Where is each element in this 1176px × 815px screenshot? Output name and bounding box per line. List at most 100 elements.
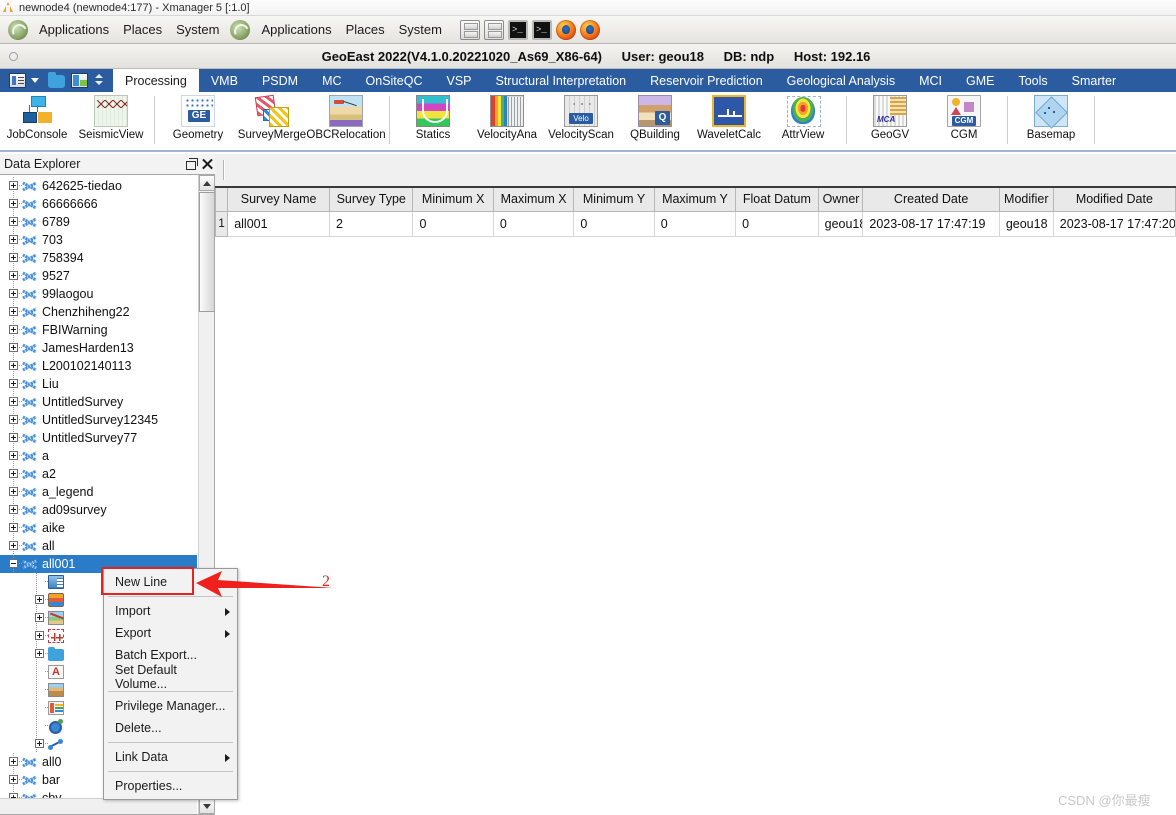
tab-tools[interactable]: Tools bbox=[1006, 69, 1059, 92]
expand-icon[interactable] bbox=[9, 343, 18, 352]
tree-horizontal-scrollbar[interactable] bbox=[0, 798, 197, 814]
tool-velocityana[interactable]: VelocityAna bbox=[470, 94, 544, 141]
tab-smarter[interactable]: Smarter bbox=[1060, 69, 1128, 92]
menu-item-import[interactable]: Import bbox=[104, 600, 237, 622]
col-maximum-y[interactable]: Maximum Y bbox=[653, 188, 737, 212]
tool-basemap[interactable]: Basemap bbox=[1014, 94, 1088, 141]
list-view-icon[interactable] bbox=[9, 73, 26, 88]
tool-obcrelocation[interactable]: OBCRelocation bbox=[306, 94, 386, 141]
tab-vsp[interactable]: VSP bbox=[434, 69, 483, 92]
tab-mc[interactable]: MC bbox=[310, 69, 353, 92]
tool-geometry[interactable]: Geometry bbox=[161, 94, 235, 141]
tool-velocityscan[interactable]: VelocityScan bbox=[544, 94, 618, 141]
gnome-foot-icon-2[interactable] bbox=[230, 19, 251, 40]
tree-item-untitledsurvey[interactable]: UntitledSurvey bbox=[0, 393, 197, 411]
menu-applications-1[interactable]: Applications bbox=[32, 19, 116, 40]
tree-item-ad09survey[interactable]: ad09survey bbox=[0, 501, 197, 519]
collapse-icon[interactable] bbox=[9, 559, 18, 568]
tab-processing[interactable]: Processing bbox=[113, 69, 199, 92]
expand-icon[interactable] bbox=[35, 649, 44, 658]
tab-vmb[interactable]: VMB bbox=[199, 69, 250, 92]
tree-item-all[interactable]: all bbox=[0, 537, 197, 555]
expand-icon[interactable] bbox=[9, 487, 18, 496]
tree-item-fbiwarning[interactable]: FBIWarning bbox=[0, 321, 197, 339]
expand-icon[interactable] bbox=[9, 307, 18, 316]
toolstrip-grip[interactable] bbox=[223, 160, 225, 180]
tool-cgm[interactable]: CGM CGM bbox=[927, 94, 1001, 141]
tool-attrview[interactable]: AttrView bbox=[766, 94, 840, 141]
float-window-icon[interactable] bbox=[183, 156, 199, 172]
window-layout-icon[interactable] bbox=[71, 73, 88, 88]
tool-statics[interactable]: Statics bbox=[396, 94, 470, 141]
expand-icon[interactable] bbox=[9, 505, 18, 514]
tree-item-642625-tiedao[interactable]: 642625-tiedao bbox=[0, 177, 197, 195]
tab-mci[interactable]: MCI bbox=[907, 69, 954, 92]
scroll-up-arrow-icon[interactable] bbox=[199, 175, 214, 191]
expand-icon[interactable] bbox=[9, 199, 18, 208]
menu-places-1[interactable]: Places bbox=[116, 19, 169, 40]
menu-item-set-default-volume[interactable]: Set Default Volume... bbox=[104, 663, 237, 691]
tree-item-a2[interactable]: a2 bbox=[0, 465, 197, 483]
tree-item-chenzhiheng22[interactable]: Chenzhiheng22 bbox=[0, 303, 197, 321]
tool-seismicview[interactable]: SeismicView bbox=[74, 94, 148, 141]
expand-icon[interactable] bbox=[9, 181, 18, 190]
col-maximum-x[interactable]: Maximum X bbox=[492, 188, 575, 212]
table-row[interactable]: 1 all001 2 0 0 0 0 0 geou18 2023-08-17 1… bbox=[214, 210, 1176, 237]
expand-icon[interactable] bbox=[9, 541, 18, 550]
tree-item-9527[interactable]: 9527 bbox=[0, 267, 197, 285]
expand-icon[interactable] bbox=[35, 595, 44, 604]
file-cabinet-icon-2[interactable] bbox=[483, 19, 504, 40]
col-created-date[interactable]: Created Date bbox=[862, 188, 1000, 212]
tree-item-6789[interactable]: 6789 bbox=[0, 213, 197, 231]
expand-icon[interactable] bbox=[35, 739, 44, 748]
menu-item-new-line[interactable]: New Line bbox=[104, 571, 237, 593]
tab-structural-interpretation[interactable]: Structural Interpretation bbox=[484, 69, 639, 92]
col-survey-name[interactable]: Survey Name bbox=[227, 188, 330, 212]
chevron-down-icon[interactable] bbox=[31, 78, 39, 83]
tree-item-99laogou[interactable]: 99laogou bbox=[0, 285, 197, 303]
expand-icon[interactable] bbox=[35, 631, 44, 640]
tree-item-untitledsurvey12345[interactable]: UntitledSurvey12345 bbox=[0, 411, 197, 429]
tree-item-a[interactable]: a bbox=[0, 447, 197, 465]
tool-qbuilding[interactable]: QBuilding bbox=[618, 94, 692, 141]
tool-surveymerge[interactable]: SurveyMerge bbox=[235, 94, 309, 141]
expand-icon[interactable] bbox=[9, 757, 18, 766]
firefox-icon[interactable] bbox=[555, 19, 576, 40]
tab-geological-analysis[interactable]: Geological Analysis bbox=[775, 69, 907, 92]
expand-icon[interactable] bbox=[35, 613, 44, 622]
menu-applications-2[interactable]: Applications bbox=[254, 19, 338, 40]
expand-icon[interactable] bbox=[9, 379, 18, 388]
file-cabinet-icon[interactable] bbox=[459, 19, 480, 40]
menu-system-1[interactable]: System bbox=[169, 19, 226, 40]
tree-item-758394[interactable]: 758394 bbox=[0, 249, 197, 267]
expand-icon[interactable] bbox=[9, 361, 18, 370]
tab-onsiteqc[interactable]: OnSiteQC bbox=[354, 69, 435, 92]
tree-item-jamesharden13[interactable]: JamesHarden13 bbox=[0, 339, 197, 357]
tool-waveletcalc[interactable]: WaveletCalc bbox=[692, 94, 766, 141]
expand-icon[interactable] bbox=[9, 289, 18, 298]
expand-icon[interactable] bbox=[9, 433, 18, 442]
col-modifier[interactable]: Modifier bbox=[998, 188, 1054, 212]
expand-icon[interactable] bbox=[9, 469, 18, 478]
menu-item-properties[interactable]: Properties... bbox=[104, 775, 237, 797]
expand-icon[interactable] bbox=[9, 451, 18, 460]
close-icon[interactable] bbox=[199, 156, 215, 172]
tool-jobconsole[interactable]: JobConsole bbox=[0, 94, 74, 141]
expand-icon[interactable] bbox=[9, 415, 18, 424]
col-modified-date[interactable]: Modified Date bbox=[1052, 188, 1176, 212]
col-minimum-x[interactable]: Minimum X bbox=[412, 188, 494, 212]
tool-geogv[interactable]: GeoGV bbox=[853, 94, 927, 141]
tree-item-a-legend[interactable]: a_legend bbox=[0, 483, 197, 501]
tab-psdm[interactable]: PSDM bbox=[250, 69, 310, 92]
expand-icon[interactable] bbox=[9, 271, 18, 280]
expand-icon[interactable] bbox=[9, 235, 18, 244]
col-survey-type[interactable]: Survey Type bbox=[328, 188, 414, 212]
tree-item-66666666[interactable]: 66666666 bbox=[0, 195, 197, 213]
col-float-datum[interactable]: Float Datum bbox=[735, 188, 819, 212]
expand-icon[interactable] bbox=[9, 397, 18, 406]
tree-item-aike[interactable]: aike bbox=[0, 519, 197, 537]
expand-icon[interactable] bbox=[9, 325, 18, 334]
menu-item-delete[interactable]: Delete... bbox=[104, 717, 237, 739]
tree-item-untitledsurvey77[interactable]: UntitledSurvey77 bbox=[0, 429, 197, 447]
menu-places-2[interactable]: Places bbox=[339, 19, 392, 40]
